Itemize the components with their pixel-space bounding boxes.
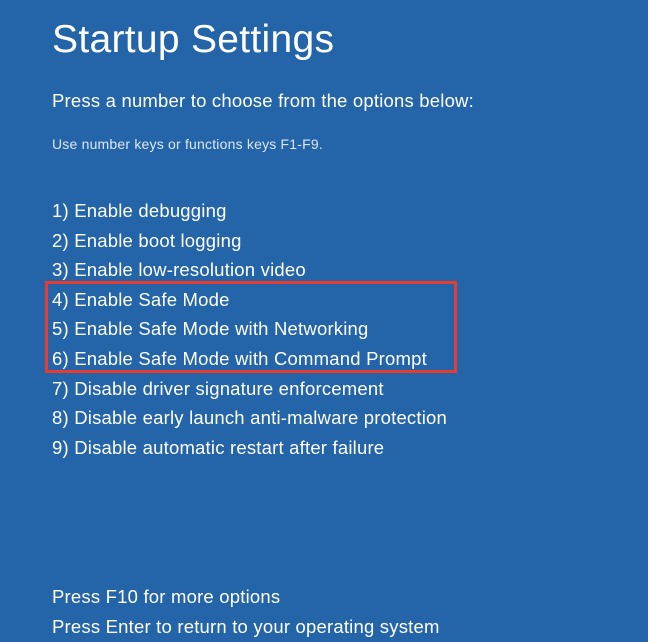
- option-label: Disable early launch anti-malware protec…: [74, 407, 447, 428]
- option-number: 4: [52, 289, 63, 310]
- option-number: 6: [52, 348, 63, 369]
- option-label: Disable automatic restart after failure: [74, 437, 384, 458]
- option-6-safe-mode-cmd[interactable]: 6) Enable Safe Mode with Command Prompt: [52, 344, 596, 374]
- option-2-boot-logging[interactable]: 2) Enable boot logging: [52, 226, 596, 256]
- option-3-low-res-video[interactable]: 3) Enable low-resolution video: [52, 255, 596, 285]
- option-label: Enable boot logging: [74, 230, 241, 251]
- option-number: 5: [52, 318, 63, 339]
- instruction-hint: Use number keys or functions keys F1-F9.: [52, 136, 596, 152]
- option-number: 2: [52, 230, 63, 251]
- option-label: Enable Safe Mode: [74, 289, 229, 310]
- footer-instructions: Press F10 for more options Press Enter t…: [52, 582, 596, 641]
- option-label: Enable low-resolution video: [74, 259, 306, 280]
- option-label: Enable debugging: [74, 200, 226, 221]
- option-label: Enable Safe Mode with Command Prompt: [74, 348, 427, 369]
- option-1-debugging[interactable]: 1) Enable debugging: [52, 196, 596, 226]
- option-label: Enable Safe Mode with Networking: [74, 318, 368, 339]
- option-number: 8: [52, 407, 63, 428]
- option-7-disable-driver-sig[interactable]: 7) Disable driver signature enforcement: [52, 374, 596, 404]
- page-title: Startup Settings: [52, 18, 596, 62]
- option-number: 9: [52, 437, 63, 458]
- option-number: 3: [52, 259, 63, 280]
- option-9-disable-auto-restart[interactable]: 9) Disable automatic restart after failu…: [52, 433, 596, 463]
- option-number: 1: [52, 200, 63, 221]
- subtitle: Press a number to choose from the option…: [52, 90, 596, 112]
- option-label: Disable driver signature enforcement: [74, 378, 384, 399]
- option-8-disable-antimalware[interactable]: 8) Disable early launch anti-malware pro…: [52, 403, 596, 433]
- option-4-safe-mode[interactable]: 4) Enable Safe Mode: [52, 285, 596, 315]
- options-list: 1) Enable debugging 2) Enable boot loggi…: [52, 196, 596, 462]
- option-number: 7: [52, 378, 63, 399]
- more-options-hint: Press F10 for more options: [52, 582, 596, 612]
- return-hint: Press Enter to return to your operating …: [52, 612, 596, 642]
- option-5-safe-mode-networking[interactable]: 5) Enable Safe Mode with Networking: [52, 314, 596, 344]
